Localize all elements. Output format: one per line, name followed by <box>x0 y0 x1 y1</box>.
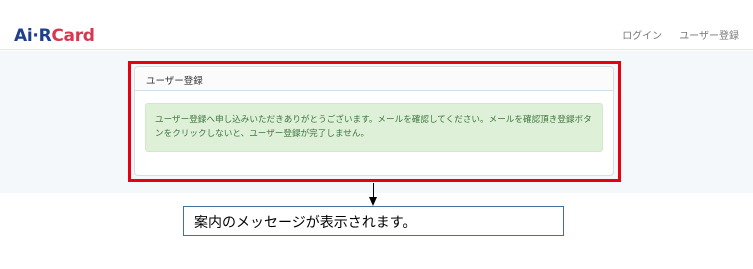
logo-part-r: R <box>38 26 52 46</box>
login-link[interactable]: ログイン <box>622 27 662 42</box>
app-logo[interactable]: Ai·RCard <box>14 26 95 46</box>
callout-arrow-head-icon <box>369 197 377 206</box>
logo-part-ai: Ai <box>14 26 33 46</box>
navbar: Ai·RCard ログイン ユーザー登録 <box>0 0 753 50</box>
callout-arrow-line <box>373 183 374 198</box>
nav-links: ログイン ユーザー登録 <box>622 27 739 42</box>
logo-part-card: Card <box>51 26 95 46</box>
registration-panel: ユーザー登録 ユーザー登録へ申し込みいただきありがとうございます。メールを確認し… <box>134 66 614 176</box>
success-alert: ユーザー登録へ申し込みいただきありがとうございます。メールを確認してください。メ… <box>145 103 603 152</box>
annotation-callout: 案内のメッセージが表示されます。 <box>183 206 564 236</box>
register-link[interactable]: ユーザー登録 <box>679 27 739 42</box>
panel-heading: ユーザー登録 <box>135 67 613 91</box>
